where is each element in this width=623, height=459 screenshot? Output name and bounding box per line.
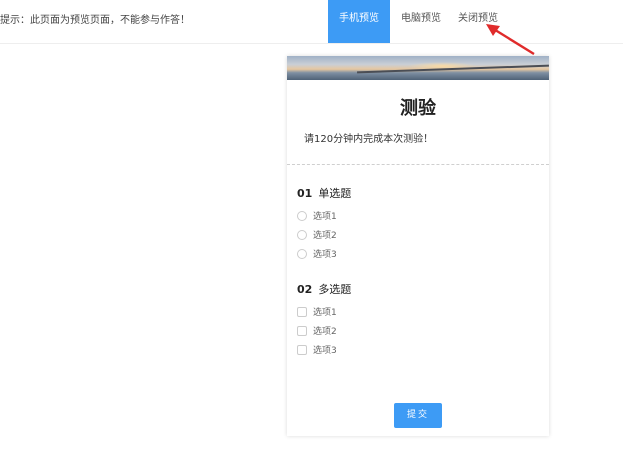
question-header: 02 多选题 bbox=[297, 282, 549, 298]
annotation-arrow-icon bbox=[486, 24, 535, 56]
quiz-preview-card: 测验 请120分钟内完成本次测验！ 01 单选题 选项1 选项2 选项3 02 … bbox=[287, 56, 549, 436]
submit-button[interactable]: 提交 bbox=[394, 403, 442, 428]
option-row[interactable]: 选项2 bbox=[297, 321, 549, 340]
question-1: 01 单选题 选项1 选项2 选项3 bbox=[287, 186, 549, 263]
quiz-description: 请120分钟内完成本次测验！ bbox=[304, 134, 434, 145]
question-type-label: 单选题 bbox=[318, 187, 352, 200]
question-2: 02 多选题 选项1 选项2 选项3 bbox=[287, 282, 549, 359]
question-header: 01 单选题 bbox=[297, 186, 549, 202]
option-label: 选项3 bbox=[313, 346, 337, 356]
quiz-title: 测验 bbox=[400, 98, 436, 119]
tab-desktop-preview[interactable]: 电脑预览 bbox=[390, 0, 452, 43]
option-label: 选项3 bbox=[313, 250, 337, 260]
tab-mobile-preview[interactable]: 手机预览 bbox=[328, 0, 390, 43]
question-number: 02 bbox=[297, 283, 313, 296]
preview-tabs: 手机预览 电脑预览 关闭预览 bbox=[328, 0, 504, 43]
option-row[interactable]: 选项1 bbox=[297, 302, 549, 321]
checkbox[interactable] bbox=[297, 306, 307, 317]
question-type-label: 多选题 bbox=[318, 283, 352, 296]
section-divider bbox=[287, 164, 549, 165]
radio-button[interactable] bbox=[297, 248, 307, 259]
question-number: 01 bbox=[297, 187, 313, 200]
option-row[interactable]: 选项3 bbox=[297, 244, 549, 263]
checkbox[interactable] bbox=[297, 325, 307, 336]
radio-button[interactable] bbox=[297, 210, 307, 221]
banner-image bbox=[287, 56, 549, 80]
option-row[interactable]: 选项3 bbox=[297, 340, 549, 359]
option-label: 选项2 bbox=[313, 231, 337, 241]
option-row[interactable]: 选项1 bbox=[297, 206, 549, 225]
option-label: 选项1 bbox=[313, 308, 337, 318]
option-label: 选项1 bbox=[313, 212, 337, 222]
option-row[interactable]: 选项2 bbox=[297, 225, 549, 244]
preview-hint-text: 提示：此页面为预览页面，不能参与作答！ bbox=[0, 15, 190, 26]
radio-button[interactable] bbox=[297, 229, 307, 240]
option-label: 选项2 bbox=[313, 327, 337, 337]
checkbox[interactable] bbox=[297, 344, 307, 355]
